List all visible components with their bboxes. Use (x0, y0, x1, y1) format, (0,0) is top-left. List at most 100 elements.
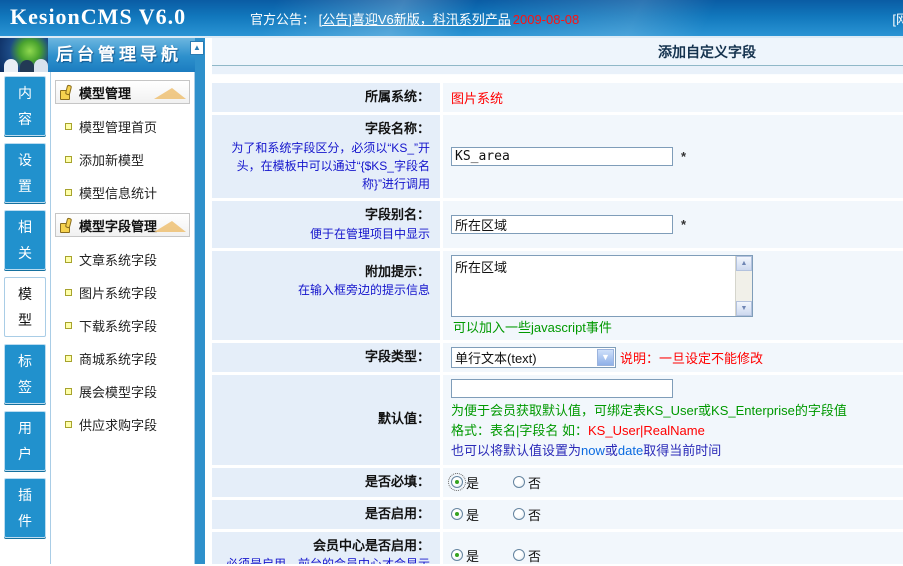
menu-item-model-home[interactable]: 模型管理首页 (51, 110, 194, 143)
menu-item-model-stats[interactable]: 模型信息统计 (51, 176, 194, 209)
required-no-radio[interactable] (513, 476, 526, 489)
extra-tip-label: 附加提示： (364, 263, 430, 279)
menu-item-article-fields[interactable]: 文章系统字段 (51, 243, 194, 276)
required-label: 是否必填： (364, 473, 430, 489)
row-required: 是否必填： 是 否 (212, 467, 903, 497)
required-no-label[interactable]: 否 (528, 473, 541, 492)
bullet-icon (65, 355, 72, 362)
sidebar-tab-content[interactable]: 内容 (4, 76, 46, 136)
bullet-icon (65, 189, 72, 196)
default-hint-3: 也可以将默认值设置为now或date取得当前时间 (451, 442, 722, 458)
bullet-icon (65, 388, 72, 395)
page-title-bar: 添加自定义字段 (212, 38, 903, 66)
group-arrow-decoration (154, 88, 186, 99)
default-hint-2: 格式：表名|字段名 如：KS_User|RealName (451, 422, 705, 438)
menu-group-model-management[interactable]: 模型管理 (55, 80, 190, 104)
menu-group-field-management[interactable]: 模型字段管理 (55, 213, 190, 237)
corner-link[interactable]: [网 (892, 9, 903, 28)
row-field-type: 字段类型： 单行文本(text) ▼ 说明：一旦设定不能修改 (212, 342, 903, 372)
sidebar-title: 后台管理导航 (56, 45, 182, 64)
sidebar: 后台管理导航 内容 设置 相关 模型 标签 用户 插件 模型管理 模型管理首页 … (0, 38, 195, 564)
row-extra-tip: 附加提示： 在输入框旁边的提示信息 所在区域 ▲ ▼ 可以加入一些javascr… (212, 250, 903, 340)
menu-item-download-fields[interactable]: 下载系统字段 (51, 309, 194, 342)
required-asterisk: * (681, 216, 687, 232)
announcement-link[interactable]: [公告]喜迎V6新版，科汛系列产品 (319, 12, 511, 27)
field-alias-hint: 便于在管理项目中显示 (309, 226, 430, 241)
scroll-up-icon[interactable]: ▲ (736, 255, 752, 271)
field-alias-input[interactable] (451, 214, 673, 234)
field-type-label: 字段类型： (364, 348, 430, 364)
menu-item-shop-fields[interactable]: 商城系统字段 (51, 342, 194, 375)
menu-item-supply-fields[interactable]: 供应求购字段 (51, 408, 194, 441)
enabled-no-label[interactable]: 否 (528, 505, 541, 524)
row-enabled: 是否启用： 是 否 (212, 499, 903, 529)
member-center-yes-radio[interactable] (451, 549, 463, 562)
sidebar-tab-tags[interactable]: 标签 (4, 344, 46, 404)
member-center-hint: 必须是启用，前台的会员中心才会显示 (218, 555, 430, 564)
sidebar-divider[interactable] (195, 38, 205, 564)
bullet-icon (65, 256, 72, 263)
dropdown-arrow-icon[interactable]: ▼ (597, 348, 614, 366)
javascript-note: 可以加入一些javascript事件 (453, 319, 612, 335)
default-value-label: 默认值： (377, 411, 430, 427)
enabled-yes-label[interactable]: 是 (466, 505, 479, 524)
bullet-icon (65, 322, 72, 329)
menu-item-image-fields[interactable]: 图片系统字段 (51, 276, 194, 309)
field-type-note: 说明：一旦设定不能修改 (620, 350, 764, 366)
bullet-icon (65, 156, 72, 163)
required-yes-label[interactable]: 是 (466, 473, 479, 492)
sidebar-tab-plugins[interactable]: 插件 (4, 478, 46, 538)
group-arrow-decoration (154, 221, 186, 232)
default-value-input[interactable] (451, 378, 673, 398)
announcement-bar: 官方公告： [公告]喜迎V6新版，科汛系列产品 2009-08-08 (250, 9, 579, 28)
bullet-icon (65, 289, 72, 296)
menu-item-add-model[interactable]: 添加新模型 (51, 143, 194, 176)
sidebar-tab-model[interactable]: 模型 (4, 277, 46, 337)
system-label: 所属系统： (364, 89, 430, 104)
field-name-input[interactable] (451, 146, 673, 166)
member-center-yes-label[interactable]: 是 (466, 546, 479, 564)
required-yes-radio[interactable] (448, 473, 466, 492)
field-name-label: 字段名称： (364, 120, 430, 136)
default-hint-1: 为便于会员获取默认值，可绑定表KS_User或KS_Enterprise的字段值 (451, 402, 847, 418)
row-system: 所属系统： 图片系统 (212, 83, 903, 112)
system-value: 图片系统 (451, 90, 504, 106)
thumb-up-icon (60, 85, 73, 100)
enabled-no-radio[interactable] (513, 508, 526, 521)
row-field-name: 字段名称： 为了和系统字段区分，必须以“KS_”开头，在模板中可以通过“{$KS… (212, 114, 903, 198)
collapse-arrow-icon[interactable]: ▲ (190, 41, 204, 55)
sidebar-header: 后台管理导航 (0, 38, 195, 72)
page-title: 添加自定义字段 (658, 44, 756, 60)
row-field-alias: 字段别名： 便于在管理项目中显示 * (212, 200, 903, 248)
field-name-hint: 为了和系统字段区分，必须以“KS_”开头，在模板中可以通过“{$KS_字段名称}… (231, 140, 430, 191)
announcement-label: 官方公告： (250, 12, 316, 27)
scroll-down-icon[interactable]: ▼ (736, 300, 752, 316)
extra-tip-textarea[interactable]: 所在区域 ▲ ▼ (451, 254, 753, 317)
sidebar-tab-settings[interactable]: 设置 (4, 143, 46, 203)
member-center-no-radio[interactable] (513, 549, 526, 562)
enabled-label: 是否启用： (364, 505, 430, 521)
app-logo: KesionCMS V6.0 (10, 4, 187, 29)
required-asterisk: * (681, 148, 687, 164)
member-center-no-label[interactable]: 否 (528, 546, 541, 564)
thumb-up-icon (60, 218, 73, 233)
custom-field-form: 所属系统： 图片系统 字段名称： 为了和系统字段区分，必须以“KS_”开头，在模… (212, 83, 903, 564)
sidebar-tab-related[interactable]: 相关 (4, 210, 46, 270)
menu-item-exhibit-fields[interactable]: 展会模型字段 (51, 375, 194, 408)
row-member-center: 会员中心是否启用： 必须是启用，前台的会员中心才会显示 是 否 (212, 531, 903, 564)
enabled-yes-radio[interactable] (451, 508, 463, 521)
bullet-icon (65, 421, 72, 428)
field-type-select[interactable]: 单行文本(text) ▼ (451, 346, 616, 368)
sidebar-menu: 模型管理 模型管理首页 添加新模型 模型信息统计 模型字段管理 文章系统字段 图… (50, 72, 195, 564)
sidebar-tab-users[interactable]: 用户 (4, 411, 46, 471)
textarea-scrollbar[interactable]: ▲ ▼ (735, 255, 752, 316)
module-tabs-column: 内容 设置 相关 模型 标签 用户 插件 (0, 72, 50, 564)
main-content: 添加自定义字段 所属系统： 图片系统 字段名称： 为了和系统字段区分，必须以“K… (205, 38, 903, 564)
field-alias-label: 字段别名： (364, 206, 430, 222)
team-photo (0, 38, 48, 72)
member-center-label: 会员中心是否启用： (312, 537, 430, 553)
title-sub-strip (212, 66, 903, 75)
row-default-value: 默认值： 为便于会员获取默认值，可绑定表KS_User或KS_Enterpris… (212, 374, 903, 465)
extra-tip-hint: 在输入框旁边的提示信息 (297, 283, 430, 298)
bullet-icon (65, 123, 72, 130)
